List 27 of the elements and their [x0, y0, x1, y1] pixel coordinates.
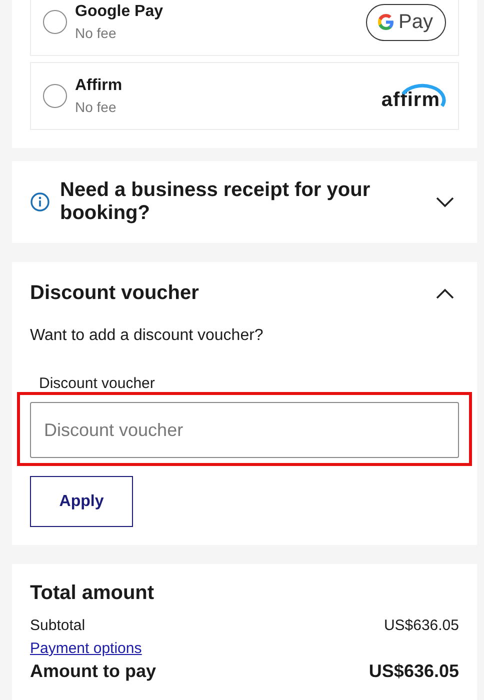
section-title: Discount voucher	[30, 282, 199, 305]
section-title: Need a business receipt for your booking?	[60, 179, 372, 225]
info-icon	[30, 192, 50, 212]
logo-text: Pay	[398, 10, 433, 34]
chevron-up-icon[interactable]	[435, 288, 455, 300]
affirm-logo: affirm	[381, 80, 446, 112]
line-label: Subtotal	[30, 617, 86, 634]
total-label: Amount to pay	[30, 661, 156, 682]
payment-option[interactable]: Affirm No fee affirm	[30, 62, 459, 130]
payment-option[interactable]: Google Pay No fee Pay	[30, 0, 459, 56]
receipt-card[interactable]: Need a business receipt for your booking?	[12, 161, 477, 243]
line-amount: US$636.05	[384, 617, 459, 634]
section-title: Total amount	[30, 582, 156, 605]
total-amount: US$636.05	[368, 661, 459, 682]
fee-text: No fee	[75, 99, 118, 115]
prompt-text: Want to add a discount voucher?	[30, 327, 264, 345]
payment-name: Google Pay	[75, 3, 164, 21]
fee-text: No fee	[75, 25, 118, 41]
payment-name: Affirm	[75, 77, 124, 95]
input-field[interactable]: Discount voucher	[30, 402, 459, 458]
g-logo-icon	[376, 13, 395, 31]
apply-button[interactable]: Apply	[30, 476, 133, 527]
radio-button[interactable]	[43, 10, 67, 34]
chevron-down-icon[interactable]	[435, 196, 455, 208]
payment-options-link[interactable]: Payment options	[30, 640, 142, 657]
field-label: Discount voucher	[39, 375, 156, 392]
radio-button[interactable]	[43, 84, 67, 108]
